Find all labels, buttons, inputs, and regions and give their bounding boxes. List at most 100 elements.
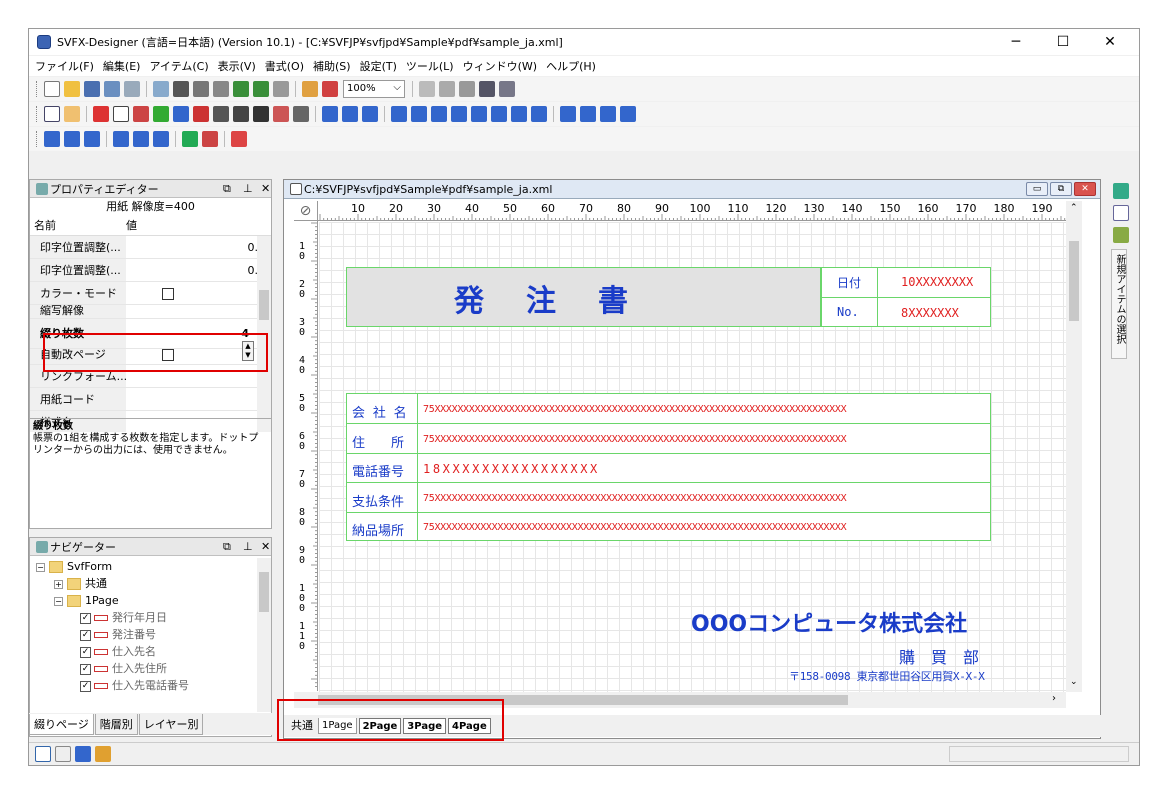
company-label[interactable]: 会 社 名 (352, 402, 407, 421)
tree-root[interactable]: − SvfForm (36, 558, 271, 575)
send-icon[interactable] (479, 81, 495, 97)
polygon-icon[interactable] (391, 106, 407, 122)
undo-icon[interactable] (233, 81, 249, 97)
callout-icon[interactable] (84, 131, 100, 147)
comment-icon[interactable] (44, 131, 60, 147)
panel-close-icon[interactable]: ✕ (261, 180, 270, 198)
tree-item[interactable]: ✓ 仕入先名 (36, 643, 271, 660)
lock-icon[interactable] (95, 746, 111, 762)
redo-icon[interactable] (253, 81, 269, 97)
payment-label[interactable]: 支払条件 (352, 491, 404, 510)
add-circle-icon[interactable] (133, 131, 149, 147)
property-value[interactable]: 0.0 (126, 236, 271, 258)
chart-icon[interactable] (273, 106, 289, 122)
property-value[interactable]: 0.0 (126, 259, 271, 281)
tree-item[interactable]: ✓ 仕入先電話番号 (36, 677, 271, 694)
no-field[interactable]: 8XXXXXXX (901, 306, 959, 320)
payment-field[interactable]: 75XXXXXXXXXXXXXXXXXXXXXXXXXXXXXXXXXXXXXX… (423, 493, 987, 504)
mode-icon[interactable] (35, 746, 51, 762)
save-all-icon[interactable] (104, 81, 120, 97)
menu-settings[interactable]: 設定(T) (360, 58, 397, 74)
list-icon[interactable] (153, 106, 169, 122)
print-icon[interactable] (124, 81, 140, 97)
float-icon[interactable]: ⧉ (223, 180, 231, 198)
department-name[interactable]: 購 買 部 (899, 644, 979, 668)
tree-page1[interactable]: −1Page (36, 592, 271, 609)
scroll-thumb[interactable] (259, 290, 269, 320)
cut-icon[interactable] (173, 81, 189, 97)
connector-icon[interactable] (580, 106, 596, 122)
stamp-icon[interactable] (499, 81, 515, 97)
barcode-icon[interactable] (213, 106, 229, 122)
arc-icon[interactable] (471, 106, 487, 122)
menu-edit[interactable]: 編集(E) (103, 58, 141, 74)
ruler-origin-icon[interactable]: ⊘ (294, 201, 318, 221)
freeline-icon[interactable] (511, 106, 527, 122)
export-icon[interactable] (419, 81, 435, 97)
field-icon[interactable] (93, 106, 109, 122)
menu-file[interactable]: ファイル(F) (35, 58, 94, 74)
grid-view-icon[interactable] (75, 746, 91, 762)
grid-toggle-icon[interactable] (55, 746, 71, 762)
menu-window[interactable]: ウィンドウ(W) (463, 58, 537, 74)
close-button[interactable]: ✕ (1087, 29, 1133, 55)
date-field[interactable]: 10XXXXXXXX (901, 275, 973, 289)
star-icon[interactable] (153, 131, 169, 147)
property-row[interactable]: 縮写解像 (30, 305, 271, 319)
scroll-down-icon[interactable]: ⌄ (1070, 677, 1078, 687)
scroll-thumb[interactable] (259, 572, 269, 612)
open-folder-icon[interactable] (64, 81, 80, 97)
hand-icon[interactable] (64, 106, 80, 122)
tab-binding-pages[interactable]: 綴りページ (29, 713, 94, 735)
palette-icon[interactable] (1113, 183, 1129, 199)
menu-format[interactable]: 書式(O) (265, 58, 304, 74)
graph-icon[interactable] (182, 131, 198, 147)
transfer-icon[interactable] (459, 81, 475, 97)
panel-close-icon[interactable]: ✕ (261, 538, 270, 556)
subform-icon[interactable] (173, 106, 189, 122)
report-icon[interactable] (231, 131, 247, 147)
table-icon[interactable] (293, 106, 309, 122)
scroll-thumb[interactable] (1069, 241, 1079, 321)
cross-icon[interactable] (342, 106, 358, 122)
toolbar-grip[interactable] (36, 131, 39, 147)
toolbar-grip[interactable] (36, 81, 39, 97)
repeat-icon[interactable] (133, 106, 149, 122)
layout-icon[interactable] (1113, 205, 1129, 221)
maximize-button[interactable]: ☐ (1040, 29, 1086, 55)
menu-tools[interactable]: ツール(L) (406, 58, 454, 74)
menu-help[interactable]: ヘルプ(H) (546, 58, 596, 74)
arrow-icon[interactable] (560, 106, 576, 122)
phone-label[interactable]: 電話番号 (352, 461, 404, 480)
tab-layers[interactable]: レイヤー別 (138, 713, 204, 735)
frame-icon[interactable] (113, 131, 129, 147)
grid-icon[interactable] (153, 81, 169, 97)
property-value[interactable] (126, 388, 271, 410)
tree-item[interactable]: ✓ 発行年月日 (36, 609, 271, 626)
delivery-label[interactable]: 納品場所 (352, 520, 404, 539)
paste-icon[interactable] (213, 81, 229, 97)
ellipse-icon[interactable] (451, 106, 467, 122)
address-label[interactable]: 住 所 (352, 432, 404, 451)
copy-icon[interactable] (193, 81, 209, 97)
align-icon[interactable] (273, 81, 289, 97)
record-icon[interactable] (193, 106, 209, 122)
qrcode-icon[interactable] (253, 106, 269, 122)
pointer-icon[interactable] (44, 106, 60, 122)
company-field[interactable]: 75XXXXXXXXXXXXXXXXXXXXXXXXXXXXXXXXXXXXXX… (423, 404, 987, 415)
doc-minimize-button[interactable]: ▭ (1026, 182, 1048, 196)
vertical-scrollbar[interactable]: ⌃ ⌄ (1066, 201, 1082, 692)
navigator-scrollbar[interactable] (257, 558, 271, 712)
pin-icon[interactable]: ⊥ (243, 538, 253, 556)
scroll-right-icon[interactable]: › (1052, 693, 1056, 704)
image-icon[interactable] (202, 131, 218, 147)
no-label[interactable]: No. (837, 305, 859, 319)
doc-restore-button[interactable]: ⧉ (1050, 182, 1072, 196)
delivery-field[interactable]: 75XXXXXXXXXXXXXXXXXXXXXXXXXXXXXXXXXXXXXX… (423, 522, 987, 533)
curve-icon[interactable] (491, 106, 507, 122)
text-icon[interactable] (113, 106, 129, 122)
triangle-icon[interactable] (411, 106, 427, 122)
phone-field[interactable]: 18XXXXXXXXXXXXXXXX (423, 462, 600, 476)
bend-icon[interactable] (600, 106, 616, 122)
menu-assist[interactable]: 補助(S) (313, 58, 351, 74)
